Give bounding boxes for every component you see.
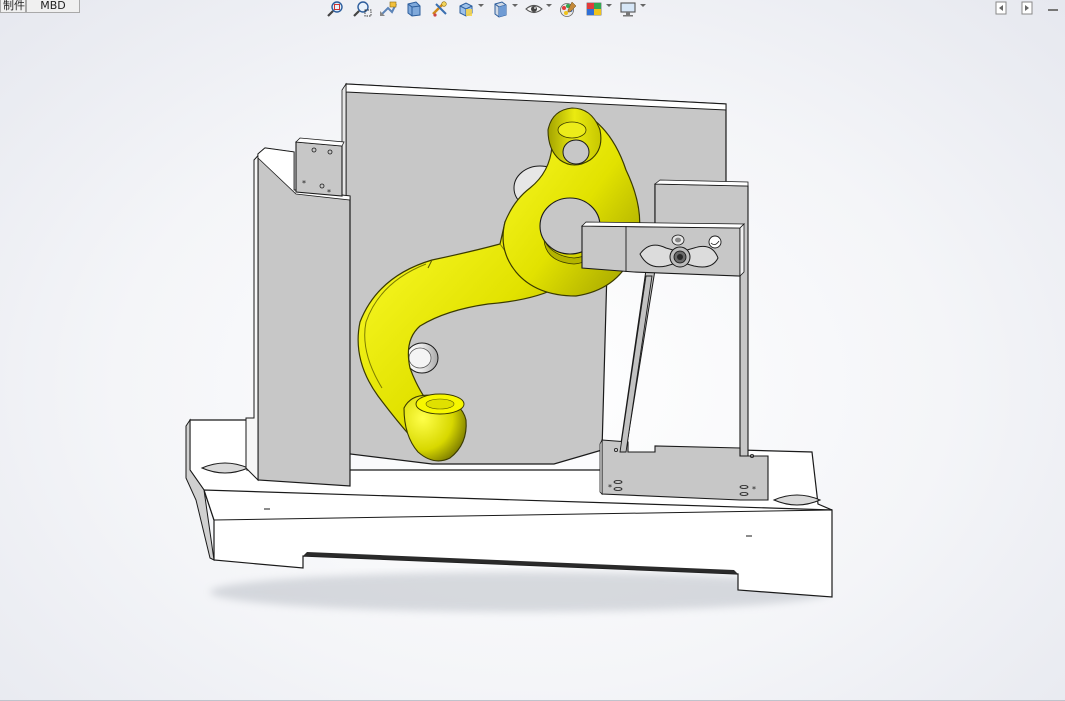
ground-shadow: [210, 572, 830, 612]
cad-model-fixture[interactable]: * * * *: [0, 0, 1065, 701]
lever-top-bore: [562, 139, 590, 165]
clamp-rod: [619, 275, 653, 453]
svg-text:*: *: [327, 188, 331, 197]
clamp-screw: [708, 235, 722, 249]
svg-text:*: *: [752, 485, 756, 494]
graphics-viewport[interactable]: 制件 MBD * * * *: [0, 0, 1065, 701]
svg-text:*: *: [302, 179, 306, 188]
svg-text:*: *: [608, 483, 612, 492]
